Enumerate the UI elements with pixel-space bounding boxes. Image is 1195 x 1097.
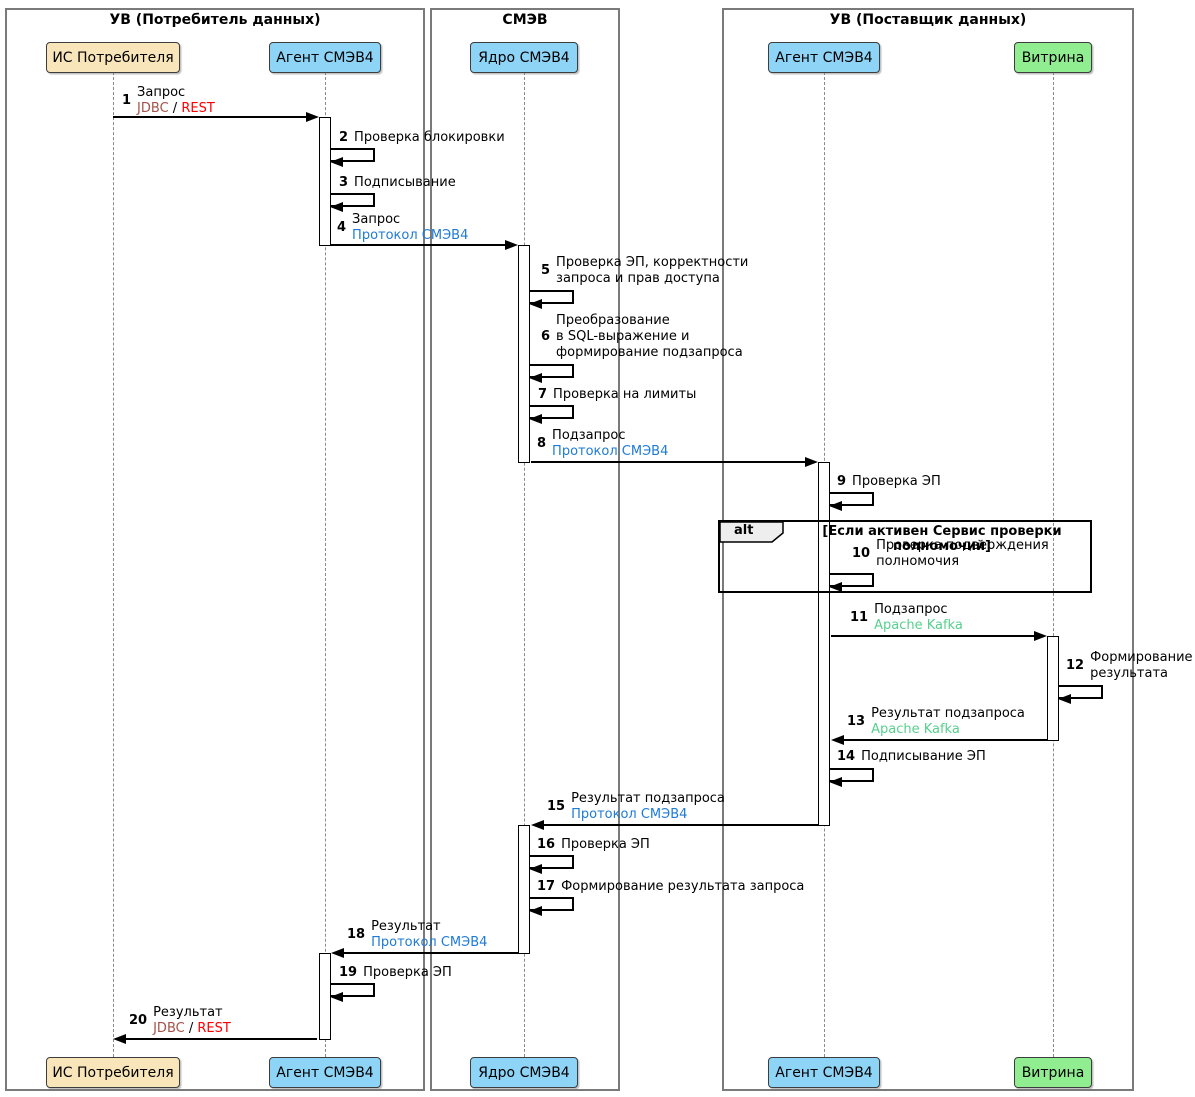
message-label-6: 6 Преобразование в SQL-выражение и форми… bbox=[541, 313, 743, 361]
self-message-loop-17 bbox=[530, 897, 574, 911]
message-arrow-4 bbox=[331, 244, 512, 246]
message-arrow-15 bbox=[538, 824, 818, 826]
self-message-loop-3 bbox=[331, 193, 375, 207]
arrowhead-icon bbox=[331, 948, 344, 958]
arrowhead-icon bbox=[829, 501, 842, 511]
activation-bar-agent-supplier bbox=[818, 462, 830, 826]
message-label-11: 11 Подзапрос Apache Kafka bbox=[850, 602, 963, 634]
message-label-5: 5 Проверка ЭП, корректности запроса и пр… bbox=[541, 255, 748, 287]
message-label-15: 15 Результат подзапроса Протокол СМЭВ4 bbox=[547, 791, 725, 823]
message-label-9: 9 Проверка ЭП bbox=[837, 474, 941, 490]
participant-vitrina-bottom: Витрина bbox=[1014, 1057, 1092, 1088]
arrowhead-icon bbox=[805, 457, 818, 467]
message-label-8: 8 Подзапрос Протокол СМЭВ4 bbox=[537, 428, 668, 460]
participant-is-potrebitelya-bottom: ИС Потребителя bbox=[46, 1057, 180, 1088]
self-message-loop-2 bbox=[331, 148, 375, 162]
participant-agent-supplier-top: Агент СМЭВ4 bbox=[768, 42, 880, 73]
arrowhead-icon bbox=[531, 820, 544, 830]
message-label-16: 16 Проверка ЭП bbox=[537, 837, 650, 853]
message-protocol: JDBC / REST bbox=[153, 1021, 231, 1037]
message-arrow-20 bbox=[120, 1038, 317, 1040]
message-protocol: Протокол СМЭВ4 bbox=[352, 228, 468, 244]
message-text: Запрос bbox=[137, 85, 215, 101]
message-label-7: 7 Проверка на лимиты bbox=[538, 387, 696, 403]
arrowhead-icon bbox=[831, 735, 844, 745]
arrowhead-icon bbox=[529, 906, 542, 916]
arrowhead-icon bbox=[829, 582, 842, 592]
activation-bar-yadro-2 bbox=[518, 825, 530, 954]
arrowhead-icon bbox=[529, 864, 542, 874]
group-title-consumer: УВ (Потребитель данных) bbox=[7, 12, 423, 28]
participant-agent-consumer-top: Агент СМЭВ4 bbox=[269, 42, 381, 73]
participant-vitrina-top: Витрина bbox=[1014, 42, 1092, 73]
arrowhead-icon bbox=[330, 992, 343, 1002]
arrowhead-icon bbox=[529, 414, 542, 424]
self-message-loop-6 bbox=[530, 364, 574, 378]
message-label-1: 1 Запрос JDBC / REST bbox=[122, 85, 215, 117]
activation-bar-vitrina bbox=[1047, 636, 1059, 741]
lifeline-is-potrebitelya bbox=[113, 72, 114, 1057]
alt-operator-label: alt bbox=[734, 523, 753, 538]
participant-yadro-top: Ядро СМЭВ4 bbox=[470, 42, 578, 73]
message-arrow-18 bbox=[338, 952, 518, 954]
self-message-loop-9 bbox=[830, 492, 874, 506]
participant-agent-supplier-bottom: Агент СМЭВ4 bbox=[768, 1057, 880, 1088]
message-number: 1 bbox=[122, 93, 131, 109]
self-message-loop-16 bbox=[530, 855, 574, 869]
arrowhead-icon bbox=[829, 777, 842, 787]
self-message-loop-5 bbox=[530, 290, 574, 304]
arrowhead-icon bbox=[306, 112, 319, 122]
participant-agent-consumer-bottom: Агент СМЭВ4 bbox=[269, 1057, 381, 1088]
arrowhead-icon bbox=[330, 202, 343, 212]
message-protocol: Протокол СМЭВ4 bbox=[552, 444, 668, 460]
message-arrow-11 bbox=[831, 635, 1041, 637]
arrowhead-icon bbox=[529, 299, 542, 309]
self-message-loop-14 bbox=[830, 768, 874, 782]
activation-bar-yadro-1 bbox=[518, 245, 530, 463]
arrowhead-icon bbox=[330, 157, 343, 167]
self-message-loop-7 bbox=[530, 405, 574, 419]
message-label-19: 19 Проверка ЭП bbox=[339, 965, 452, 981]
sequence-diagram: УВ (Потребитель данных) СМЭВ УВ (Поставщ… bbox=[0, 0, 1195, 1097]
message-protocol: JDBC / REST bbox=[137, 101, 215, 117]
activation-bar-agent-consumer-1 bbox=[319, 117, 331, 246]
arrowhead-icon bbox=[505, 240, 518, 250]
message-label-12: 12 Формирование результата bbox=[1066, 650, 1193, 682]
message-arrow-1 bbox=[113, 116, 313, 118]
message-label-2: 2 Проверка блокировки bbox=[339, 130, 505, 146]
message-protocol: Протокол СМЭВ4 bbox=[571, 807, 725, 823]
message-protocol: Apache Kafka bbox=[874, 618, 963, 634]
message-label-14: 14 Подписывание ЭП bbox=[837, 749, 986, 765]
message-label-17: 17 Формирование результата запроса bbox=[537, 879, 804, 895]
message-arrow-8 bbox=[531, 461, 812, 463]
message-label-20: 20 Результат JDBC / REST bbox=[129, 1005, 231, 1037]
message-label-10: 10 Проверка подверждения полномочия bbox=[852, 538, 1049, 570]
self-message-loop-10 bbox=[830, 573, 874, 587]
message-label-4: 4 Запрос Протокол СМЭВ4 bbox=[337, 212, 468, 244]
participant-is-potrebitelya-top: ИС Потребителя bbox=[46, 42, 180, 73]
self-message-loop-19 bbox=[331, 983, 375, 997]
group-title-supplier: УВ (Поставщик данных) bbox=[724, 12, 1132, 28]
participant-yadro-bottom: Ядро СМЭВ4 bbox=[470, 1057, 578, 1088]
message-protocol: Apache Kafka bbox=[871, 722, 1025, 738]
message-label-13: 13 Результат подзапроса Apache Kafka bbox=[847, 706, 1025, 738]
message-label-3: 3 Подписывание bbox=[339, 175, 456, 191]
arrowhead-icon bbox=[1034, 631, 1047, 641]
group-title-smev: СМЭВ bbox=[432, 12, 618, 28]
self-message-loop-12 bbox=[1059, 685, 1103, 699]
arrowhead-icon bbox=[529, 373, 542, 383]
message-label-18: 18 Результат Протокол СМЭВ4 bbox=[347, 919, 487, 951]
arrowhead-icon bbox=[1058, 694, 1071, 704]
message-arrow-13 bbox=[838, 739, 1047, 741]
arrowhead-icon bbox=[113, 1034, 126, 1044]
message-protocol: Протокол СМЭВ4 bbox=[371, 935, 487, 951]
